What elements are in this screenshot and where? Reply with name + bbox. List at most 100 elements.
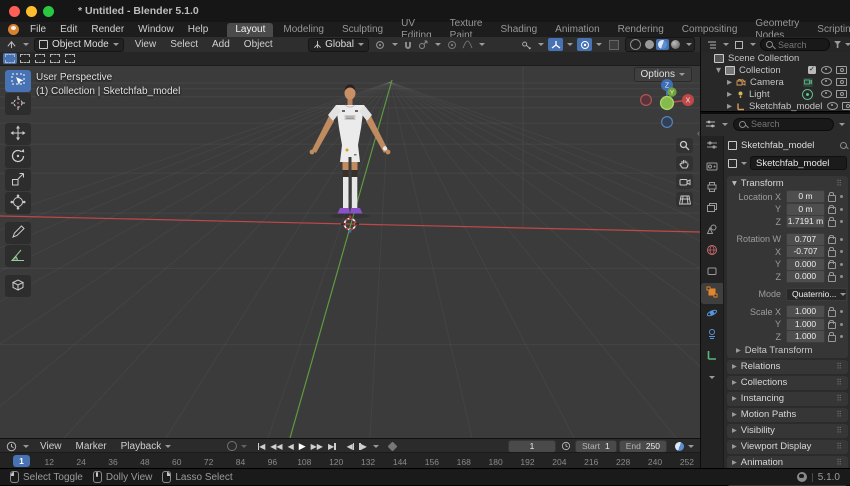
menu-window[interactable]: Window	[131, 22, 181, 37]
number-field[interactable]: 0.000	[786, 257, 825, 271]
chevron-down-icon[interactable]	[839, 122, 845, 126]
workspace-tab-compositing[interactable]: Compositing	[674, 23, 746, 37]
editor-type-3dviewport-icon[interactable]	[4, 38, 19, 51]
properties-search[interactable]	[733, 117, 834, 131]
play-reverse-button[interactable]: ◀	[285, 442, 296, 451]
menu-file[interactable]: File	[23, 22, 53, 37]
menu-edit[interactable]: Edit	[53, 22, 84, 37]
frame-end-field[interactable]: End 250	[618, 439, 667, 453]
workspace-tab-sculpting[interactable]: Sculpting	[334, 23, 391, 37]
tool-transform-button[interactable]	[5, 192, 31, 214]
properties-tab-view-layer[interactable]	[701, 199, 723, 220]
timeline-sync-button[interactable]	[675, 441, 694, 451]
auto-keying-button[interactable]	[227, 441, 248, 451]
show-gizmo-toggle[interactable]	[548, 38, 563, 51]
properties-tab-constraints[interactable]	[701, 325, 723, 346]
viewport-menu-view[interactable]: View	[128, 37, 164, 52]
animate-dot-icon[interactable]	[840, 322, 843, 326]
animate-dot-icon[interactable]	[840, 195, 843, 199]
frame-back-button[interactable]: ◀	[344, 442, 357, 451]
close-window-button[interactable]	[9, 5, 20, 17]
editor-type-properties-icon[interactable]	[703, 118, 718, 131]
outliner-row-sketchfab_model[interactable]: ▸ Sketchfab_model	[701, 100, 850, 112]
pin-icon[interactable]	[840, 142, 849, 150]
properties-tab-world[interactable]	[701, 241, 723, 262]
tool-annotate-button[interactable]	[5, 222, 31, 244]
panel-grip-icon[interactable]: ⠿	[836, 394, 843, 403]
rotation-mode-dropdown[interactable]: Quaternio...	[786, 287, 848, 301]
animate-dot-icon[interactable]	[840, 310, 843, 314]
workspace-tab-modeling[interactable]: Modeling	[275, 23, 332, 37]
previous-keyframe-button[interactable]: ◀◀	[268, 442, 285, 451]
workspace-tab-shading[interactable]: Shading	[492, 23, 545, 37]
xray-toggle[interactable]	[606, 38, 621, 51]
outliner-row-camera[interactable]: ▸ Camera	[701, 76, 850, 88]
tool-scale-button[interactable]	[5, 169, 31, 191]
workspace-tab-layout[interactable]: Layout	[227, 22, 274, 37]
outliner-row-collection[interactable]: ▾ Collection ✓	[701, 64, 850, 76]
workspace-tab-rendering[interactable]: Rendering	[610, 23, 672, 37]
viewport-3d[interactable]: User Perspective (1) Collection | Sketch…	[0, 52, 700, 438]
panel-relations[interactable]: ▸ Relations ⠿	[727, 359, 848, 374]
proportional-editing-icon[interactable]	[445, 38, 460, 51]
jump-to-end-button[interactable]: ▶	[325, 442, 338, 451]
interaction-mode-dropdown[interactable]: Object Mode	[34, 37, 124, 52]
animate-dot-icon[interactable]	[840, 262, 843, 266]
editor-type-timeline-icon[interactable]	[4, 440, 19, 453]
disable-render-icon[interactable]	[836, 77, 847, 87]
outliner-search[interactable]	[760, 38, 831, 51]
properties-tab-scene[interactable]	[701, 220, 723, 241]
tool-measure-button[interactable]	[5, 245, 31, 267]
properties-tab-object[interactable]	[701, 283, 723, 304]
animate-dot-icon[interactable]	[840, 207, 843, 211]
current-frame-field[interactable]: 1	[508, 439, 556, 453]
hide-eye-icon[interactable]	[827, 102, 839, 110]
panel-grip-icon[interactable]: ⠿	[836, 362, 843, 371]
viewport-menu-select[interactable]: Select	[163, 37, 205, 52]
panel-collections[interactable]: ▸ Collections ⠿	[727, 375, 848, 390]
outliner-item-name[interactable]: Scene Collection	[728, 53, 799, 64]
snap-with-icon[interactable]	[416, 38, 431, 51]
playhead[interactable]: 1	[13, 455, 30, 467]
select-subtract-button[interactable]	[33, 53, 47, 64]
outliner-search-input[interactable]	[776, 38, 825, 51]
sidebar-collapse-icon[interactable]: ‹	[697, 128, 700, 138]
zoom-icon[interactable]	[676, 138, 693, 153]
menu-render[interactable]: Render	[84, 22, 131, 37]
hide-eye-icon[interactable]	[821, 90, 832, 98]
lock-icon[interactable]	[827, 247, 836, 257]
tool-move-button[interactable]	[5, 123, 31, 145]
viewport-menu-object[interactable]: Object	[237, 37, 280, 52]
number-field[interactable]: 0 m	[786, 190, 825, 204]
blender-logo-icon[interactable]	[8, 24, 19, 35]
outliner-item-name[interactable]: Collection	[739, 65, 781, 76]
expand-icon[interactable]: ▾	[716, 65, 725, 76]
tool-cursor-button[interactable]	[5, 93, 31, 115]
number-field[interactable]: 1.7191 m	[786, 215, 825, 229]
outliner-item-name[interactable]: Light	[749, 89, 770, 100]
number-field[interactable]: -0.707	[786, 245, 825, 259]
select-extend-button[interactable]	[18, 53, 32, 64]
select-invert-button[interactable]	[48, 53, 62, 64]
filter-icon[interactable]	[834, 41, 841, 48]
number-field[interactable]: 0 m	[786, 202, 825, 216]
animate-dot-icon[interactable]	[840, 220, 843, 224]
perspective-toggle-icon[interactable]	[676, 192, 693, 207]
number-field[interactable]: 1.000	[786, 317, 825, 331]
editor-type-outliner-icon[interactable]	[704, 38, 719, 51]
number-field[interactable]: 1.000	[786, 305, 825, 319]
navigation-gizmo[interactable]: Z X Y	[639, 79, 695, 131]
shading-solid-button[interactable]	[645, 40, 654, 49]
panel-grip-icon[interactable]: ⠿	[836, 378, 843, 387]
lock-icon[interactable]	[827, 319, 836, 330]
properties-tab-overflow[interactable]	[701, 367, 723, 388]
collapsed-icon[interactable]: ▸	[727, 101, 736, 112]
breadcrumb-object-name[interactable]: Sketchfab_model	[741, 140, 814, 151]
use-preview-range-icon[interactable]	[558, 440, 573, 453]
select-set-button[interactable]	[3, 53, 17, 64]
gizmo-negative-y-axis[interactable]	[659, 95, 675, 111]
workspace-tab-animation[interactable]: Animation	[547, 23, 607, 37]
transform-panel-header[interactable]: ▾ Transform ⠿	[727, 176, 848, 190]
timeline-ruler[interactable]: 1 12 24 36 48 60 72 84 96 108 120 132 144 156 168 180 1…	[0, 452, 700, 469]
show-overlays-toggle[interactable]	[577, 38, 592, 51]
